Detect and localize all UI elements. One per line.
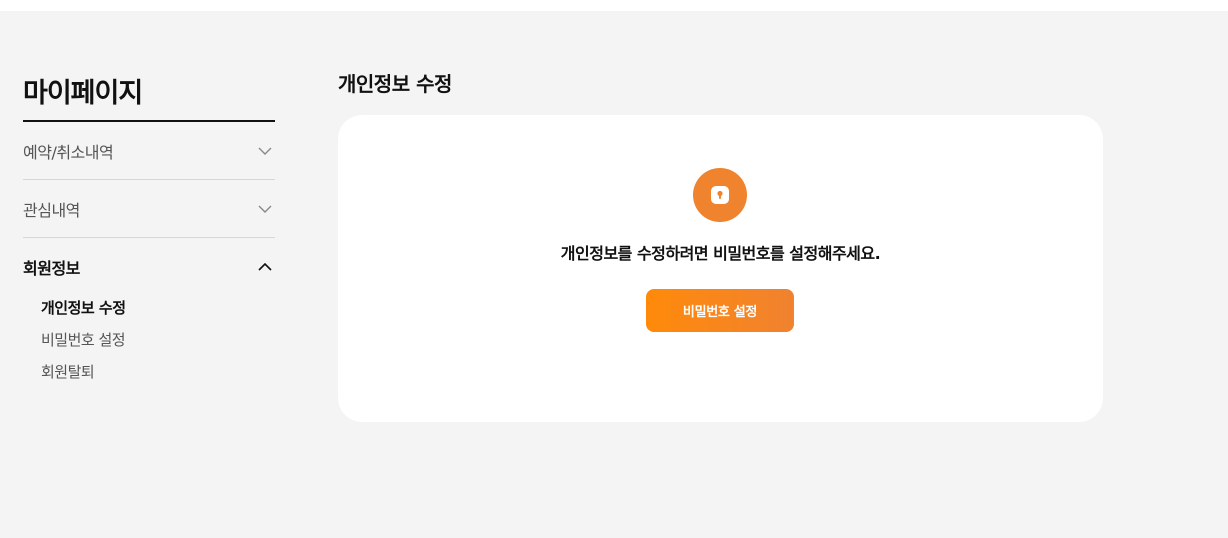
chevron-up-icon <box>257 259 273 275</box>
set-password-button[interactable]: 비밀번호 설정 <box>646 289 794 332</box>
page-background: 마이페이지 예약/취소내역 관심내역 회원정보 개인정보 수정 비밀번호 설정 … <box>0 11 1228 538</box>
nav-section-interests[interactable]: 관심내역 <box>23 180 275 238</box>
page-title: 개인정보 수정 <box>338 72 452 96</box>
submenu-item-set-password[interactable]: 비밀번호 설정 <box>41 324 275 356</box>
nav-section-label: 예약/취소내역 <box>23 142 114 162</box>
submenu-item-withdraw[interactable]: 회원탈퇴 <box>41 356 275 388</box>
sidebar-title: 마이페이지 <box>23 71 275 122</box>
nav-section-member-info[interactable]: 회원정보 <box>23 238 275 296</box>
member-info-submenu: 개인정보 수정 비밀번호 설정 회원탈퇴 <box>23 292 275 388</box>
password-required-card: 개인정보를 수정하려면 비밀번호를 설정해주세요. 비밀번호 설정 <box>338 115 1103 422</box>
nav-section-label: 관심내역 <box>23 200 80 220</box>
nav-section-label: 회원정보 <box>23 259 80 278</box>
lock-icon <box>693 168 747 222</box>
main-content: 개인정보 수정 개인정보를 수정하려면 비밀번호를 설정해주세요. 비밀번호 설… <box>338 68 1103 422</box>
password-required-message: 개인정보를 수정하려면 비밀번호를 설정해주세요. <box>560 244 881 263</box>
sidebar: 마이페이지 예약/취소내역 관심내역 회원정보 개인정보 수정 비밀번호 설정 … <box>23 71 275 388</box>
submenu-item-edit-profile[interactable]: 개인정보 수정 <box>41 292 275 324</box>
nav-section-reservations[interactable]: 예약/취소내역 <box>23 122 275 180</box>
chevron-down-icon <box>257 201 273 217</box>
chevron-down-icon <box>257 143 273 159</box>
